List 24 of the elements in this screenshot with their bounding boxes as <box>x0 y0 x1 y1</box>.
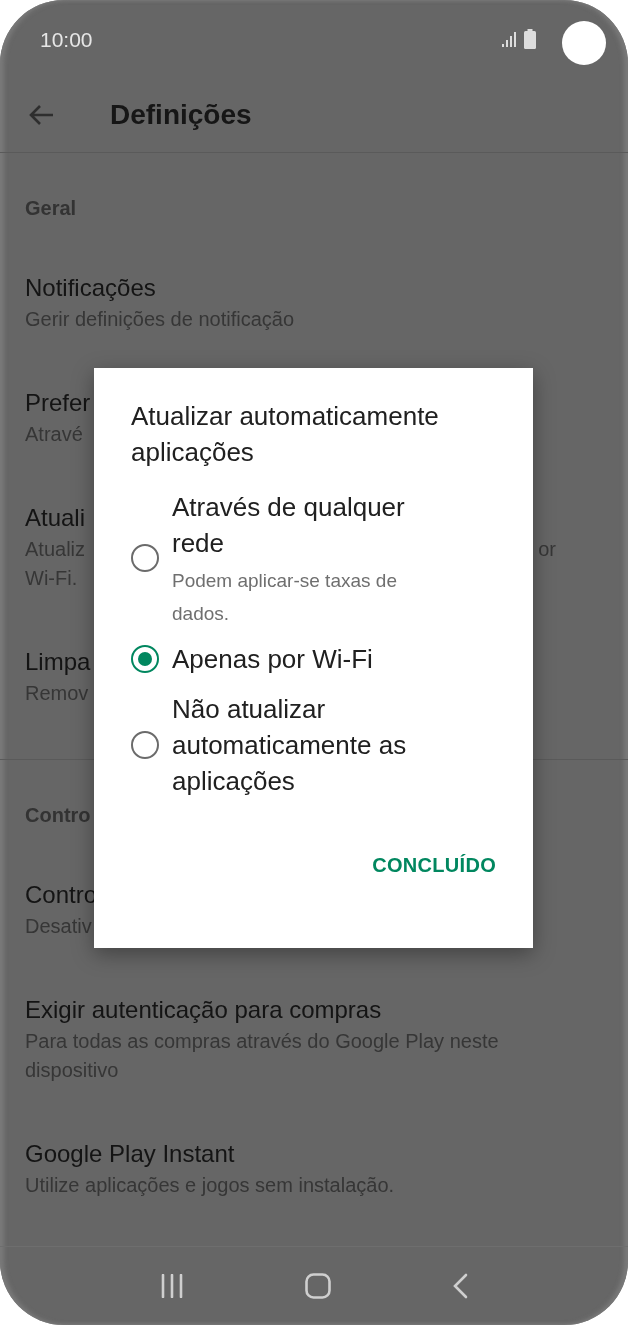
battery-icon <box>524 29 536 49</box>
page-title: Definições <box>110 99 252 131</box>
setting-title[interactable]: Atuali <box>25 501 86 535</box>
back-icon[interactable] <box>28 104 54 126</box>
option-label[interactable]: Apenas por Wi-Fi <box>172 638 462 680</box>
recent-apps-icon[interactable] <box>160 1274 185 1298</box>
done-button[interactable]: CONCLUÍDO <box>372 846 496 885</box>
setting-title[interactable]: Contro <box>25 878 98 912</box>
signal-icon <box>502 31 518 47</box>
dialog-title: Atualizar automaticamente aplicações <box>131 400 440 469</box>
status-time: 10:00 <box>40 28 93 52</box>
home-icon[interactable] <box>305 1273 331 1299</box>
setting-title[interactable]: Notificações <box>25 271 156 305</box>
radio-button[interactable] <box>131 645 159 673</box>
setting-title[interactable]: Prefer <box>25 386 91 420</box>
radio-button[interactable] <box>131 731 159 759</box>
radio-button[interactable] <box>131 544 159 572</box>
setting-title[interactable]: Exigir autenticação para compras <box>25 993 382 1027</box>
camera-cutout <box>562 21 606 65</box>
option-label[interactable]: Através de qualquer rede <box>172 486 462 564</box>
option-description: Podem aplicar-se taxas de dados. <box>172 569 398 626</box>
option-label[interactable]: Não atualizar automaticamente as aplicações <box>172 688 462 802</box>
setting-title[interactable]: Limpa <box>25 645 91 679</box>
setting-title[interactable]: Google Play Instant <box>25 1137 235 1171</box>
